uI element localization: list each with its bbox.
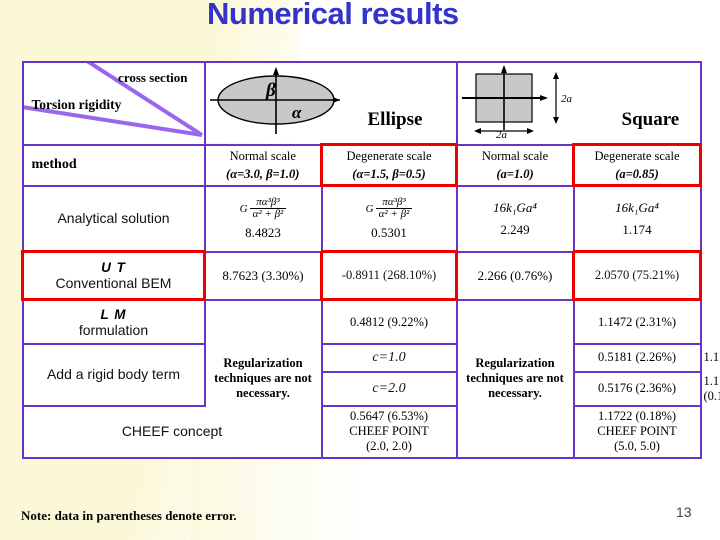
slide-canvas: Numerical results cross section Torsion … [0, 0, 720, 540]
formula-square: 16k₁Ga⁴ [493, 199, 537, 215]
cheef-ellipse-value: 0.5647 (6.53%) [349, 409, 429, 424]
method-label: method [31, 157, 77, 173]
cell-rigid-c1-ellipse-degenerate: 0.5181 (2.26%) [572, 342, 702, 373]
method-header-cell: method [21, 143, 206, 187]
scale-params: (α=1.5, β=0.5) [352, 167, 426, 182]
cell-lm-square-degenerate: 1.1472 (2.31%) [572, 298, 702, 345]
svg-text:α: α [292, 103, 302, 122]
row-label-lm-formulation: L M formulation [21, 298, 206, 345]
scale-params: (a=0.85) [615, 167, 659, 182]
header-cross-section-label: cross section [118, 70, 188, 85]
cell-bem-ellipse-normal: 8.7623 (3.30%) [203, 250, 323, 301]
formula-square: 16k₁Ga⁴ [615, 199, 659, 215]
row-label-ut: U T [101, 260, 126, 276]
square-shape-cell: 2a 2a Square [455, 61, 702, 146]
scale-name: Normal scale [481, 149, 549, 163]
cell-cheef-square-degenerate: 1.1722 (0.18%) CHEEF POINT (5.0, 5.0) [572, 404, 702, 459]
cheef-ellipse-point: (2.0, 2.0) [366, 439, 412, 454]
row-label-cheef: CHEEF concept [21, 404, 323, 459]
scale-name: Normal scale [229, 149, 296, 163]
row-label-text: Conventional BEM [55, 275, 172, 292]
cell-analytical-square-degenerate: 16k₁Ga⁴ 1.174 [572, 184, 702, 253]
table-row-conventional-bem: U T Conventional BEM 8.7623 (3.30%) -0.8… [21, 250, 702, 302]
ellipse-shape-cell: β α Ellipse [203, 61, 458, 146]
cheef-square-point-label: CHEEF POINT [597, 424, 677, 439]
row-label-text: formulation [78, 321, 149, 338]
header-cross-section-cell: cross section Torsion rigidity [21, 61, 206, 146]
svg-text:β: β [265, 80, 276, 101]
cell-bem-square-normal: 2.266 (0.76%) [455, 250, 575, 301]
table-row-lm-formulation: L M formulation Regularization technique… [21, 298, 702, 459]
scale-name: Degenerate scale [346, 149, 432, 163]
svg-text:2a: 2a [561, 93, 573, 105]
cheef-square-value: 1.1722 (0.18%) [597, 409, 677, 424]
cell-bem-square-degenerate: 2.0570 (75.21%) [572, 250, 702, 302]
cell-rigid-c2-ellipse-degenerate: 0.5176 (2.36%) [572, 370, 702, 407]
value-analytical-ellipse-degenerate: 0.5301 [371, 224, 407, 240]
table-row-scale-header: method Normal scale (α=3.0, β=1.0) Degen… [21, 142, 702, 188]
row-label-conventional-bem: U T Conventional BEM [21, 250, 206, 302]
col-header-square-degenerate: Degenerate scale (a=0.85) [572, 142, 702, 188]
cell-lm-ellipse-degenerate: 0.4812 (9.22%) [320, 298, 458, 345]
cell-analytical-ellipse-degenerate: Gπα³β³ α² + β² 0.5301 [320, 184, 458, 253]
value-analytical-square-normal: 2.249 [500, 221, 530, 237]
table-row-shape-header: cross section Torsion rigidity β α Ellip… [21, 61, 702, 146]
footnote: Note: data in parentheses denote error. [21, 508, 237, 523]
cheef-ellipse-point-label: CHEEF POINT [349, 424, 429, 439]
page-title: Numerical results [207, 0, 459, 31]
cell-analytical-square-normal: 16k₁Ga⁴ 2.249 [455, 184, 575, 253]
cheef-square-point: (5.0, 5.0) [614, 439, 660, 454]
row-label-rigid-body: Add a rigid body term [21, 342, 206, 407]
table-row-rigid-body-c1: Add a rigid body term c=1.0 0.5181 (2.26… [21, 342, 720, 407]
value-analytical-square-degenerate: 1.174 [622, 221, 652, 237]
results-table: cross section Torsion rigidity β α Ellip… [21, 61, 720, 459]
row-label-lm: L M [100, 306, 127, 322]
table-row-cheef: CHEEF concept 0.5647 (6.53%) CHEEF POINT… [21, 404, 702, 459]
formula-ellipse: Gπα³β³ α² + β² [325, 196, 454, 221]
header-torsion-rigidity-label: Torsion rigidity [31, 97, 122, 112]
col-header-ellipse-normal: Normal scale (α=3.0, β=1.0) [203, 143, 323, 187]
table-row-analytical: Analytical solution Gπα³β³ α² + β² 8.4823… [21, 184, 702, 253]
rigid-body-c1-label: c=1.0 [320, 342, 458, 373]
rigid-body-c2-label: c=2.0 [320, 370, 458, 407]
formula-ellipse: Gπα³β³ α² + β² [208, 196, 319, 221]
ellipse-caption: Ellipse [367, 109, 423, 130]
cell-bem-ellipse-degenerate: -0.8911 (268.10%) [320, 250, 458, 302]
col-header-square-normal: Normal scale (a=1.0) [455, 143, 575, 187]
square-caption: Square [621, 109, 680, 130]
col-header-ellipse-degenerate: Degenerate scale (α=1.5, β=0.5) [320, 142, 458, 188]
value-analytical-ellipse-normal: 8.4823 [245, 224, 281, 240]
page-number: 13 [676, 504, 692, 520]
scale-params: (a=1.0) [496, 167, 534, 182]
svg-text:2a: 2a [496, 129, 508, 138]
scale-name: Degenerate scale [594, 149, 680, 163]
cell-regularization-square: Regularization techniques are not necess… [455, 298, 575, 459]
cell-cheef-ellipse-degenerate: 0.5647 (6.53%) CHEEF POINT (2.0, 2.0) [320, 404, 458, 459]
cell-analytical-ellipse-normal: Gπα³β³ α² + β² 8.4823 [203, 184, 323, 253]
row-label-analytical: Analytical solution [21, 184, 206, 253]
scale-params: (α=3.0, β=1.0) [226, 167, 300, 182]
